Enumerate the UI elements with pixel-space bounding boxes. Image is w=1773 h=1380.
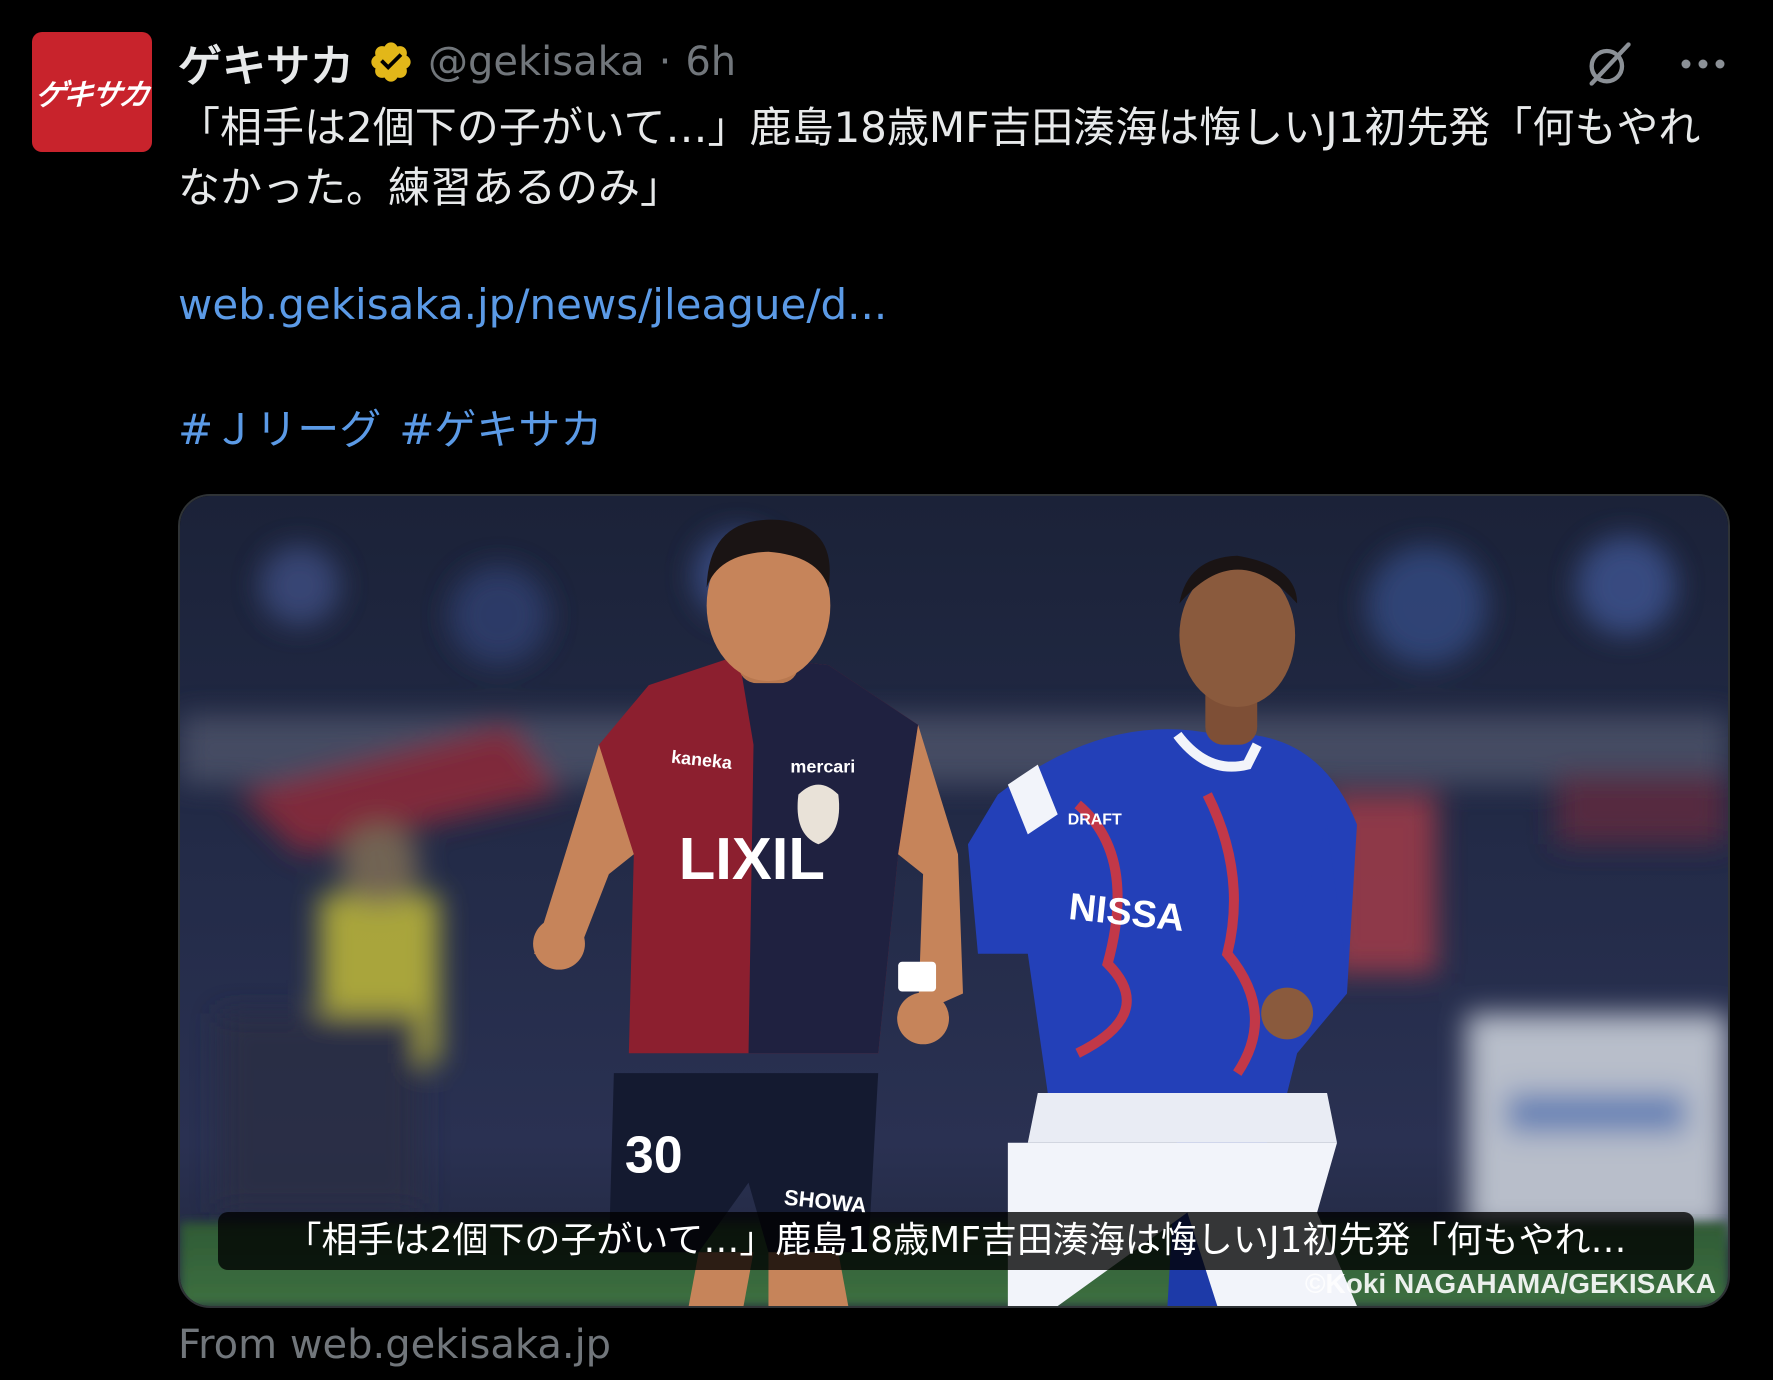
avatar-logo-text: ゲキサカ	[32, 78, 151, 113]
hashtag-jleague[interactable]: #Ｊリーグ	[178, 396, 381, 457]
svg-text:mercari: mercari	[790, 757, 855, 777]
link-preview-card[interactable]: NISSA DRAFT LIXIL mercari kaneka 30 SHOW…	[178, 494, 1730, 1308]
separator-dot: ·	[658, 39, 672, 85]
article-photo: NISSA DRAFT LIXIL mercari kaneka 30 SHOW…	[180, 496, 1728, 1306]
card-caption: 「相手は2個下の子がいて…」鹿島18歳MF吉田湊海は悔しいJ1初先発「何もやれ…	[218, 1212, 1694, 1270]
display-name[interactable]: ゲキサカ	[178, 30, 354, 94]
grok-icon[interactable]	[1579, 34, 1639, 94]
tweet-header: ゲキサカ @gekisaka · 6h	[178, 30, 736, 94]
article-link[interactable]: web.gekisaka.jp/news/jleague/d...	[178, 280, 887, 329]
more-options-icon[interactable]	[1673, 34, 1733, 94]
tweet-actions-top	[1579, 34, 1733, 94]
photo-credit: ©Koki NAGAHAMA/GEKISAKA	[1304, 1268, 1716, 1299]
card-source[interactable]: From web.gekisaka.jp	[178, 1322, 611, 1368]
verified-badge-icon[interactable]	[368, 39, 414, 85]
tweet-text: 「相手は2個下の子がいて…」鹿島18歳MF吉田湊海は悔しいJ1初先発「何もやれな…	[178, 103, 1701, 212]
svg-text:DRAFT: DRAFT	[1068, 811, 1122, 828]
svg-text:LIXIL: LIXIL	[679, 825, 825, 892]
user-handle[interactable]: @gekisaka	[428, 39, 645, 85]
timestamp[interactable]: 6h	[685, 39, 736, 85]
hashtag-gekisaka[interactable]: #ゲキサカ	[399, 396, 602, 457]
hashtags: #Ｊリーグ #ゲキサカ	[178, 396, 602, 457]
svg-text:30: 30	[625, 1126, 683, 1184]
avatar[interactable]: ゲキサカ	[32, 32, 152, 152]
